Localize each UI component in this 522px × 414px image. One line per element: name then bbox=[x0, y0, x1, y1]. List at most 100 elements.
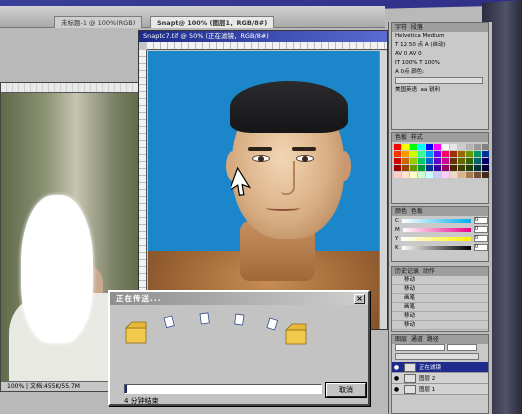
color-swatch[interactable] bbox=[442, 144, 449, 150]
color-swatch[interactable] bbox=[426, 144, 433, 150]
color-swatch[interactable] bbox=[410, 144, 417, 150]
tab-swatches[interactable]: 色板 bbox=[395, 134, 407, 141]
color-swatch[interactable] bbox=[434, 144, 441, 150]
color-swatch[interactable] bbox=[402, 158, 409, 164]
style-buttons-row[interactable] bbox=[392, 77, 488, 86]
size-row[interactable]: T 12.50 点 A (自动) bbox=[392, 41, 488, 50]
color-sliders[interactable]: C0M0Y0K0 bbox=[392, 216, 488, 252]
color-swatch[interactable] bbox=[458, 158, 465, 164]
tab-character[interactable]: 字符 bbox=[395, 24, 407, 31]
color-slider-row[interactable]: M0 bbox=[392, 225, 488, 234]
color-swatch[interactable] bbox=[442, 172, 449, 178]
tab-layers[interactable]: 图层 bbox=[395, 336, 407, 343]
color-swatch[interactable] bbox=[482, 172, 489, 178]
color-swatch[interactable] bbox=[418, 144, 425, 150]
color-swatch[interactable] bbox=[474, 144, 481, 150]
color-swatch[interactable] bbox=[426, 172, 433, 178]
font-row[interactable]: Helvetica Medium bbox=[392, 32, 488, 41]
color-swatch[interactable] bbox=[466, 151, 473, 157]
color-swatch[interactable] bbox=[434, 158, 441, 164]
baseline-row[interactable]: A 0点 颜色: bbox=[392, 68, 488, 77]
color-swatch[interactable] bbox=[474, 165, 481, 171]
color-swatch[interactable] bbox=[458, 172, 465, 178]
color-swatch[interactable] bbox=[426, 151, 433, 157]
color-swatch[interactable] bbox=[402, 144, 409, 150]
color-swatch[interactable] bbox=[434, 151, 441, 157]
channel-value[interactable]: 0 bbox=[474, 217, 488, 224]
tab-paths[interactable]: 路径 bbox=[427, 336, 439, 343]
tab-color[interactable]: 颜色 bbox=[395, 208, 407, 215]
history-item[interactable]: 画笔 bbox=[392, 303, 488, 312]
color-swatch[interactable] bbox=[418, 151, 425, 157]
history-item[interactable]: 移动 bbox=[392, 312, 488, 321]
image-canvas[interactable] bbox=[148, 51, 381, 329]
color-swatch[interactable] bbox=[450, 158, 457, 164]
tab-color-swatches[interactable]: 色板 bbox=[411, 208, 423, 215]
color-swatch[interactable] bbox=[434, 172, 441, 178]
history-item[interactable]: 画笔 bbox=[392, 294, 488, 303]
color-swatch[interactable] bbox=[466, 172, 473, 178]
tab-history[interactable]: 历史记录 bbox=[395, 268, 419, 275]
color-swatch[interactable] bbox=[482, 165, 489, 171]
color-swatch[interactable] bbox=[394, 144, 401, 150]
color-swatch[interactable] bbox=[410, 158, 417, 164]
color-swatch[interactable] bbox=[466, 144, 473, 150]
lock-row[interactable] bbox=[392, 353, 488, 362]
color-swatch[interactable] bbox=[474, 151, 481, 157]
tab-channels[interactable]: 通道 bbox=[411, 336, 423, 343]
color-swatch[interactable] bbox=[402, 165, 409, 171]
color-swatch[interactable] bbox=[418, 158, 425, 164]
color-slider-row[interactable]: C0 bbox=[392, 216, 488, 225]
color-swatch[interactable] bbox=[410, 151, 417, 157]
scale-row[interactable]: IT 100% T 100% bbox=[392, 59, 488, 68]
color-swatch[interactable] bbox=[450, 165, 457, 171]
layer-row[interactable]: ● 图层 2 bbox=[392, 373, 488, 384]
channel-value[interactable]: 0 bbox=[474, 226, 488, 233]
color-swatch[interactable] bbox=[426, 165, 433, 171]
color-swatch[interactable] bbox=[442, 165, 449, 171]
color-swatch[interactable] bbox=[394, 165, 401, 171]
history-item[interactable]: 移动 bbox=[392, 285, 488, 294]
color-swatch[interactable] bbox=[402, 172, 409, 178]
cancel-button[interactable]: 取消 bbox=[325, 382, 367, 398]
antialias-select[interactable]: aa 锐利 bbox=[421, 87, 441, 93]
color-swatch[interactable] bbox=[394, 172, 401, 178]
blend-mode-row[interactable] bbox=[392, 344, 488, 353]
color-swatch[interactable] bbox=[442, 151, 449, 157]
main-document-window[interactable]: Snaptc7.tif @ 50% (正在滤镜，RGB/8#) bbox=[138, 30, 388, 330]
color-swatch[interactable] bbox=[474, 158, 481, 164]
color-swatch[interactable] bbox=[450, 172, 457, 178]
color-slider-row[interactable]: K0 bbox=[392, 243, 488, 252]
tab-snapt[interactable]: Snapt@ 100% (图层1，RGB/8#) bbox=[150, 16, 275, 28]
color-swatch[interactable] bbox=[466, 158, 473, 164]
color-swatch[interactable] bbox=[474, 172, 481, 178]
color-swatch[interactable] bbox=[442, 158, 449, 164]
eye-icon[interactable]: ● bbox=[392, 364, 401, 371]
swatch-grid[interactable] bbox=[392, 142, 489, 180]
color-swatch[interactable] bbox=[482, 144, 489, 150]
color-swatch[interactable] bbox=[410, 165, 417, 171]
eye-icon[interactable]: ● bbox=[392, 375, 401, 382]
color-swatch[interactable] bbox=[482, 158, 489, 164]
color-swatch[interactable] bbox=[458, 151, 465, 157]
color-swatch[interactable] bbox=[482, 151, 489, 157]
color-swatch[interactable] bbox=[394, 158, 401, 164]
color-swatch[interactable] bbox=[426, 158, 433, 164]
channel-slider[interactable] bbox=[401, 236, 471, 241]
eye-icon[interactable]: ● bbox=[392, 386, 401, 393]
color-swatch[interactable] bbox=[418, 165, 425, 171]
close-icon[interactable]: × bbox=[354, 294, 365, 304]
color-swatch[interactable] bbox=[410, 172, 417, 178]
vertical-scrollbar[interactable] bbox=[379, 51, 387, 329]
channel-slider[interactable] bbox=[401, 218, 471, 223]
history-item[interactable]: 移动 bbox=[392, 321, 488, 330]
layer-row[interactable]: ● 正在滤镜 bbox=[392, 362, 488, 373]
color-slider-row[interactable]: Y0 bbox=[392, 234, 488, 243]
color-swatch[interactable] bbox=[466, 165, 473, 171]
layer-row[interactable]: ● 图层 1 bbox=[392, 384, 488, 395]
language-row[interactable]: 美国英语 aa 锐利 bbox=[392, 86, 488, 95]
color-swatch[interactable] bbox=[394, 151, 401, 157]
tab-actions[interactable]: 动作 bbox=[423, 268, 435, 275]
color-swatch[interactable] bbox=[458, 144, 465, 150]
tab-paragraph[interactable]: 段落 bbox=[411, 24, 423, 31]
